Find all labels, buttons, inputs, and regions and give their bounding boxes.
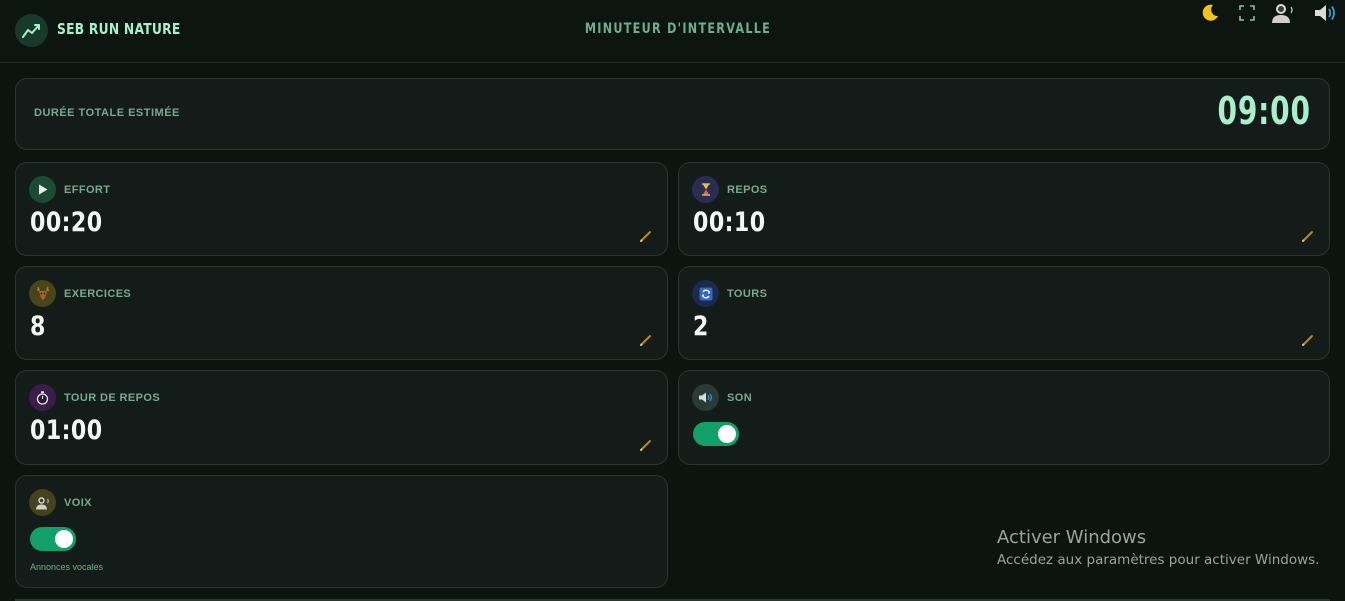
total-duration-label: DURÉE TOTALE ESTIMÉE xyxy=(34,107,180,119)
voix-label: VOIX xyxy=(64,497,92,509)
total-duration-value: 09:00 xyxy=(1217,89,1311,133)
play-icon xyxy=(29,176,56,203)
son-label: SON xyxy=(727,392,753,404)
voice-person-icon xyxy=(29,489,56,516)
chart-line-icon[interactable] xyxy=(15,14,48,47)
exercices-card[interactable]: EXERCICES 8 xyxy=(15,266,668,360)
moon-icon[interactable] xyxy=(1197,0,1223,26)
tours-label: TOURS xyxy=(727,288,768,300)
repos-value: 00:10 xyxy=(693,207,766,238)
edit-icon[interactable] xyxy=(639,229,653,243)
watermark-title: Activer Windows xyxy=(997,527,1147,548)
fullscreen-icon[interactable] xyxy=(1234,0,1260,26)
edit-icon[interactable] xyxy=(639,438,653,452)
voix-subtitle: Annonces vocales xyxy=(30,562,104,572)
effort-value: 00:20 xyxy=(30,207,103,238)
son-card: SON xyxy=(678,370,1330,465)
tour-de-repos-label: TOUR DE REPOS xyxy=(64,392,161,404)
repos-card[interactable]: REPOS 00:10 xyxy=(678,162,1330,256)
exercices-label: EXERCICES xyxy=(64,288,132,300)
windows-activation-watermark: Activer Windows Accédez aux paramètres p… xyxy=(997,527,1319,568)
speaker-icon xyxy=(692,384,719,411)
watermark-subtitle: Accédez aux paramètres pour activer Wind… xyxy=(997,552,1320,568)
page-title: MINUTEUR D'INTERVALLE xyxy=(584,21,772,37)
son-toggle[interactable] xyxy=(693,422,739,446)
tour-de-repos-value: 01:00 xyxy=(30,415,103,446)
voix-card: VOIX Annonces vocales xyxy=(15,475,668,588)
top-bar: SEB RUN NATURE MINUTEUR D'INTERVALLE xyxy=(0,0,1345,63)
voix-toggle[interactable] xyxy=(30,527,76,551)
toggle-knob xyxy=(55,530,73,548)
speaker-icon[interactable] xyxy=(1312,0,1338,26)
edit-icon[interactable] xyxy=(639,333,653,347)
edit-icon[interactable] xyxy=(1301,333,1315,347)
tours-value: 2 xyxy=(693,311,709,342)
tour-de-repos-card[interactable]: TOUR DE REPOS 01:00 xyxy=(15,370,668,465)
exercices-value: 8 xyxy=(30,311,46,342)
hourglass-icon xyxy=(692,176,719,203)
repeat-icon xyxy=(692,280,719,307)
total-duration-card: DURÉE TOTALE ESTIMÉE 09:00 xyxy=(15,78,1330,150)
stopwatch-icon xyxy=(29,384,56,411)
voice-person-icon[interactable] xyxy=(1270,0,1296,26)
deer-icon xyxy=(29,280,56,307)
edit-icon[interactable] xyxy=(1301,229,1315,243)
effort-card[interactable]: EFFORT 00:20 xyxy=(15,162,668,256)
effort-label: EFFORT xyxy=(64,184,111,196)
repos-label: REPOS xyxy=(727,184,768,196)
tours-card[interactable]: TOURS 2 xyxy=(678,266,1330,360)
toggle-knob xyxy=(718,425,736,443)
